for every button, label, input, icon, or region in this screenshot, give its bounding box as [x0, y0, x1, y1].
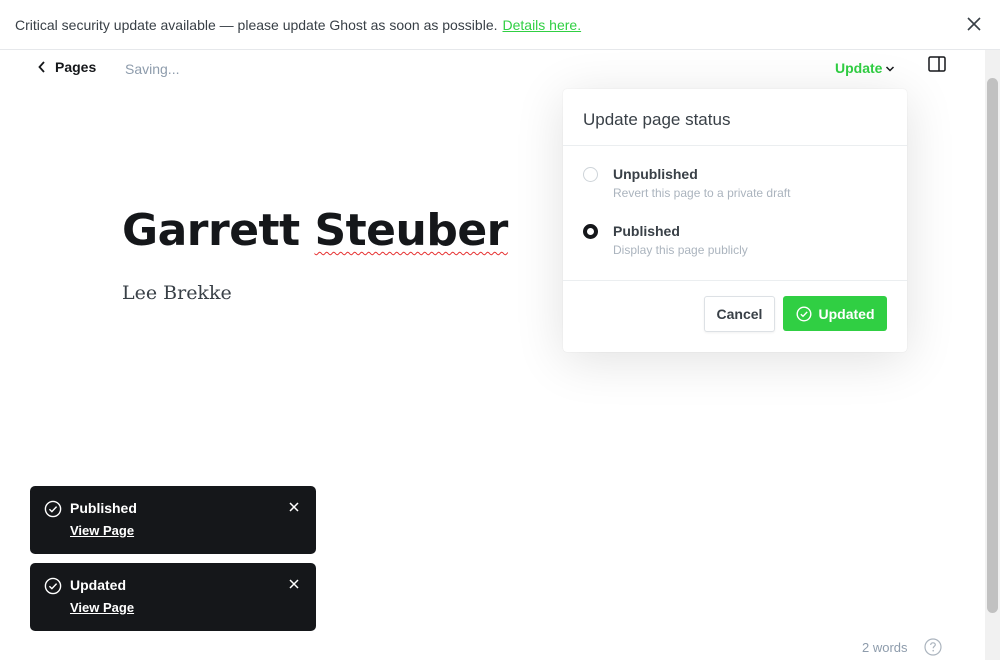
notification-message: Published [70, 500, 137, 516]
save-status: Saving... [125, 61, 180, 77]
updated-button-label: Updated [818, 305, 875, 322]
dropdown-divider [563, 280, 907, 281]
banner-close-icon[interactable] [964, 14, 984, 34]
page-title[interactable]: Garrett Steuber [122, 205, 508, 256]
option-description: Revert this page to a private draft [613, 186, 791, 200]
security-banner: Critical security update available — ple… [0, 0, 1000, 50]
title-word-1: Garrett [122, 205, 300, 256]
view-page-link[interactable]: View Page [70, 523, 134, 538]
option-label: Unpublished [613, 166, 698, 182]
banner-message: Critical security update available — ple… [15, 16, 498, 33]
editor-header: Pages Saving... Update [0, 50, 985, 86]
back-label: Pages [55, 59, 97, 75]
dropdown-title: Update page status [563, 89, 907, 146]
option-description: Display this page publicly [613, 243, 748, 257]
scrollbar-thumb[interactable] [987, 78, 998, 613]
word-count: 2 words [862, 640, 908, 655]
check-circle-icon [44, 500, 62, 518]
published-radio[interactable] [583, 224, 598, 239]
notification-toast: Published View Page [30, 486, 316, 554]
publish-dropdown: Update page status Unpublished Revert th… [563, 89, 907, 352]
page-body-text[interactable]: Lee Brekke [122, 282, 232, 304]
settings-sidebar-icon[interactable] [928, 56, 946, 72]
chevron-left-icon [38, 61, 45, 73]
check-circle-icon [44, 577, 62, 595]
updated-button[interactable]: Updated [783, 296, 887, 331]
chevron-down-icon [886, 66, 895, 72]
banner-details-link[interactable]: Details here. [503, 17, 582, 33]
close-icon[interactable] [289, 502, 299, 512]
help-icon[interactable] [924, 638, 942, 656]
option-label: Published [613, 223, 680, 239]
title-word-2: Steuber [314, 205, 508, 256]
update-label: Update [835, 60, 883, 76]
view-page-link[interactable]: View Page [70, 600, 134, 615]
close-icon[interactable] [289, 579, 299, 589]
update-dropdown-trigger[interactable]: Update [835, 60, 895, 76]
back-to-pages-link[interactable]: Pages [38, 59, 96, 75]
notification-message: Updated [70, 577, 126, 593]
check-circle-icon [795, 305, 812, 322]
unpublished-radio[interactable] [583, 167, 598, 182]
notification-toast: Updated View Page [30, 563, 316, 631]
cancel-button[interactable]: Cancel [704, 296, 775, 332]
